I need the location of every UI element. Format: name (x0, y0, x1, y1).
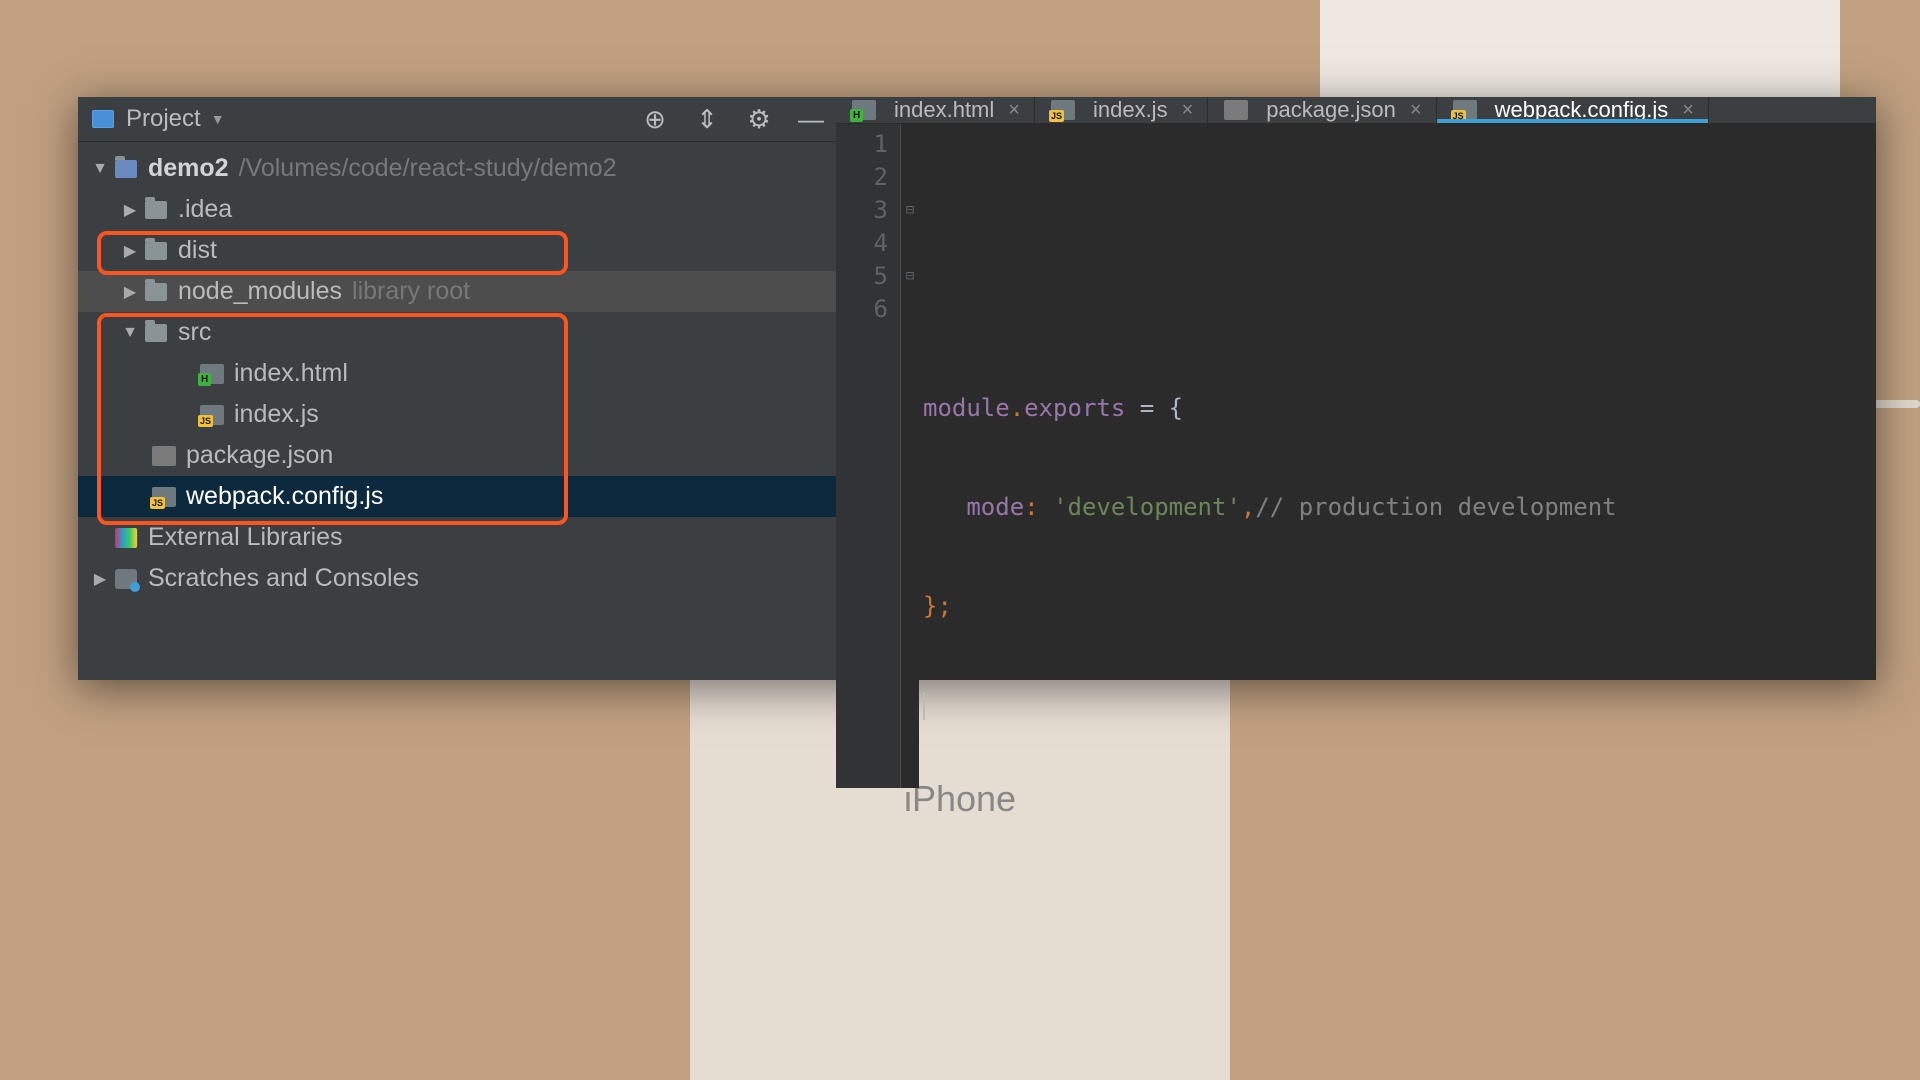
minimize-icon[interactable]: — (798, 106, 824, 132)
chevron-right-icon[interactable]: ▶ (118, 200, 142, 220)
js-file-icon (198, 405, 226, 425)
code-token: }; (923, 592, 952, 620)
line-number: 6 (836, 293, 888, 326)
chevron-right-icon[interactable]: ▶ (88, 569, 112, 589)
tree-folder-src[interactable]: ▼ src (78, 312, 836, 353)
editor-tab-bar: index.html × index.js × package.json × w… (836, 97, 1876, 124)
tree-file-package-json[interactable]: package.json (78, 435, 836, 476)
tree-label: src (178, 318, 211, 347)
gear-icon[interactable]: ⚙ (746, 106, 772, 132)
code-token: mode (966, 493, 1024, 521)
json-file-icon (1222, 100, 1250, 120)
tree-label: node_modules (178, 277, 342, 306)
line-number: 5 (836, 260, 888, 293)
editor-body[interactable]: 1 2 3 4 5 6 ⊟⊟ module.exports = { mode: … (836, 124, 1876, 788)
tree-label: Scratches and Consoles (148, 564, 419, 593)
line-number: 4 (836, 227, 888, 260)
tree-root-path: /Volumes/code/react-study/demo2 (239, 154, 617, 183)
tab-label: index.js (1093, 97, 1168, 123)
tab-label: package.json (1266, 97, 1396, 123)
json-file-icon (150, 446, 178, 466)
fold-open-icon[interactable]: ⊟ (901, 194, 919, 227)
tree-root[interactable]: ▼ demo2 /Volumes/code/react-study/demo2 (78, 148, 836, 189)
tree-folder-node-modules[interactable]: ▶ node_modules library root (78, 271, 836, 312)
tree-label: package.json (186, 441, 333, 470)
code-token: exports (1024, 394, 1125, 422)
scratch-icon (112, 569, 140, 589)
chevron-down-icon[interactable]: ▼ (211, 111, 225, 127)
tree-label: index.js (234, 400, 319, 429)
locate-icon[interactable]: ⊕ (642, 106, 668, 132)
tree-hint: library root (352, 277, 470, 306)
folder-icon (142, 283, 170, 301)
close-icon[interactable]: × (1410, 99, 1422, 122)
tree-external-libraries[interactable]: External Libraries (78, 517, 836, 558)
tree-label: webpack.config.js (186, 482, 383, 511)
project-view-icon[interactable] (90, 106, 116, 132)
editor-cursor (923, 692, 925, 720)
editor-panel: index.html × index.js × package.json × w… (836, 97, 1876, 680)
tree-label: .idea (178, 195, 232, 224)
code-token: 'development' (1053, 493, 1241, 521)
js-file-icon (1049, 100, 1077, 120)
tab-label: index.html (894, 97, 994, 123)
close-icon[interactable]: × (1682, 99, 1694, 122)
folder-icon (142, 324, 170, 342)
project-panel-header: Project ▼ ⊕ ⇕ ⚙ — (78, 97, 836, 142)
tab-webpack-config[interactable]: webpack.config.js × (1437, 97, 1709, 123)
library-icon (112, 528, 140, 548)
code-token: = { (1125, 394, 1183, 422)
tree-label: External Libraries (148, 523, 343, 552)
collapse-icon[interactable]: ⇕ (694, 106, 720, 132)
folder-icon (112, 160, 140, 178)
tree-root-label: demo2 (148, 154, 229, 183)
html-file-icon (850, 100, 878, 120)
editor-fold-gutter: ⊟⊟ (901, 124, 919, 788)
folder-icon (142, 201, 170, 219)
tab-package-json[interactable]: package.json × (1208, 97, 1436, 123)
chevron-right-icon[interactable]: ▶ (118, 282, 142, 302)
tab-index-html[interactable]: index.html × (836, 97, 1035, 123)
tree-file-index-js[interactable]: index.js (78, 394, 836, 435)
chevron-down-icon[interactable]: ▼ (118, 324, 142, 342)
tree-folder-idea[interactable]: ▶ .idea (78, 189, 836, 230)
tree-file-webpack-config[interactable]: webpack.config.js (78, 476, 836, 517)
chevron-down-icon[interactable]: ▼ (88, 160, 112, 178)
line-number: 1 (836, 128, 888, 161)
project-panel-title[interactable]: Project (126, 105, 201, 133)
tree-label: index.html (234, 359, 348, 388)
line-number: 2 (836, 161, 888, 194)
folder-icon (142, 242, 170, 260)
html-file-icon (198, 364, 226, 384)
close-icon[interactable]: × (1182, 99, 1194, 122)
tree-folder-dist[interactable]: ▶ dist (78, 230, 836, 271)
close-icon[interactable]: × (1008, 99, 1020, 122)
tab-index-js[interactable]: index.js × (1035, 97, 1208, 123)
editor-gutter: 1 2 3 4 5 6 (836, 124, 901, 788)
project-panel: Project ▼ ⊕ ⇕ ⚙ — ▼ demo2 /Volumes/code/… (78, 97, 836, 680)
tree-label: dist (178, 236, 217, 265)
code-comment: // production development (1255, 493, 1616, 521)
js-file-icon (1451, 100, 1479, 120)
line-number: 3 (836, 194, 888, 227)
tree-scratches[interactable]: ▶ Scratches and Consoles (78, 558, 836, 599)
chevron-right-icon[interactable]: ▶ (118, 241, 142, 261)
ide-window: Project ▼ ⊕ ⇕ ⚙ — ▼ demo2 /Volumes/code/… (78, 97, 1876, 680)
js-file-icon (150, 487, 178, 507)
tab-label: webpack.config.js (1495, 97, 1669, 123)
code-token: module (923, 394, 1010, 422)
project-tree: ▼ demo2 /Volumes/code/react-study/demo2 … (78, 142, 836, 680)
fold-close-icon[interactable]: ⊟ (901, 260, 919, 293)
editor-code[interactable]: module.exports = { mode: 'development',/… (919, 124, 1876, 788)
tree-file-index-html[interactable]: index.html (78, 353, 836, 394)
